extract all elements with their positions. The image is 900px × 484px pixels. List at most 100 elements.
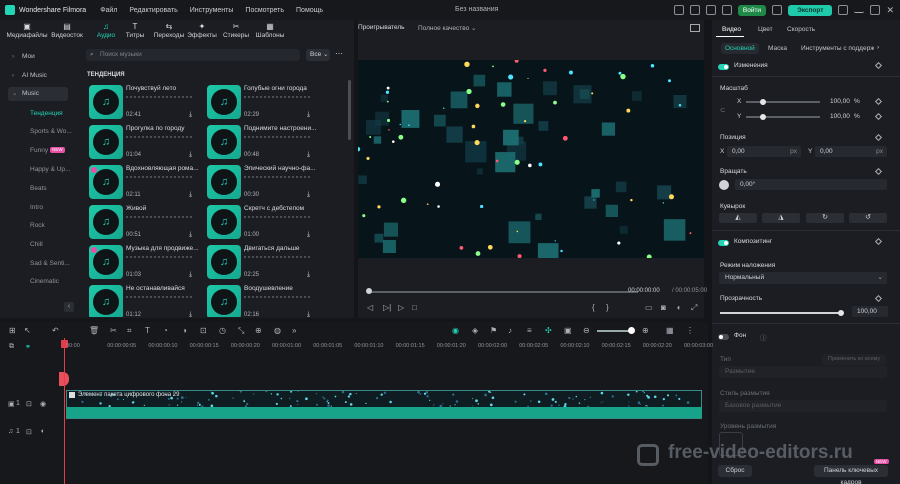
subcategory-rock[interactable]: Rock — [30, 222, 45, 229]
collapse-sidebar-icon[interactable]: ‹ — [64, 302, 74, 312]
camera-icon[interactable]: ◙ — [661, 303, 666, 312]
mark-out-icon[interactable]: } — [606, 303, 609, 312]
more-options-icon[interactable]: ⋯ — [335, 49, 343, 58]
voiceover-icon[interactable]: ≡ — [527, 326, 532, 335]
subcategory-chill[interactable]: Chill — [30, 241, 43, 248]
zoom-knob[interactable] — [628, 327, 635, 334]
export-button[interactable]: Экспорт — [788, 4, 833, 16]
subcategory-sports[interactable]: Sports & Wo... — [30, 128, 72, 135]
gift-icon[interactable] — [721, 5, 732, 15]
subcategory-sad[interactable]: Sad & Senti... — [30, 260, 70, 267]
split-icon[interactable]: ✂ — [110, 326, 117, 335]
track-card[interactable]: ♫ Не останавливайся 01:12 ⤓ — [89, 285, 201, 317]
timeline-playhead[interactable] — [64, 338, 65, 484]
category-mine[interactable]: › Мои — [8, 50, 68, 64]
subcategory-happy[interactable]: Happy & Up... — [30, 166, 70, 173]
track-card[interactable]: ♫ Живой 00:51 ⤓ — [89, 205, 201, 241]
menu-file[interactable]: Файл — [100, 7, 117, 14]
fullscreen-icon[interactable]: ⤢ — [691, 303, 697, 313]
flip-vertical-button[interactable]: ◮ — [762, 213, 800, 223]
scale-x-knob[interactable] — [760, 99, 766, 105]
speed-icon[interactable]: ◔ — [163, 326, 168, 335]
filter-dropdown[interactable]: Все ⌄ — [306, 49, 330, 61]
select-tool-icon[interactable]: ↖ — [24, 326, 31, 335]
maximize-icon[interactable] — [870, 5, 881, 15]
category-music[interactable]: ⌄ Music — [8, 87, 68, 101]
track-card[interactable]: ♫ Скретч с дебстепом 01:00 ⤓ — [207, 205, 319, 241]
render-icon[interactable]: ◉ — [452, 326, 459, 335]
menu-tools[interactable]: Инструменты — [190, 7, 234, 14]
tab-speed[interactable]: Скорость — [787, 26, 815, 33]
zoom-in-icon[interactable]: ⊕ — [642, 326, 649, 335]
cloud-icon[interactable] — [705, 5, 716, 15]
track-card[interactable]: ♫ Эпический научно-фа... 00:30 ⤓ — [207, 165, 319, 201]
snapshot-icon[interactable] — [690, 24, 700, 32]
login-button[interactable]: Войти — [737, 4, 767, 16]
eye-icon[interactable]: ◉ — [40, 400, 46, 408]
subcategory-funny[interactable]: Funny NEW — [30, 147, 65, 154]
more-tools-icon[interactable]: » — [292, 326, 296, 335]
bell-icon[interactable] — [772, 5, 783, 15]
timer-icon[interactable]: ◷ — [219, 326, 226, 335]
add-track-icon[interactable]: ⧉ — [9, 343, 14, 351]
compositing-toggle[interactable] — [718, 240, 729, 246]
rotate-left-button[interactable]: ↺ — [849, 213, 887, 223]
tab-stock-video[interactable]: ▤ Видеосток — [45, 20, 89, 44]
text-tool-icon[interactable]: T — [145, 326, 150, 335]
scale-x-slider[interactable] — [746, 99, 820, 105]
track-card[interactable]: ♫ Двигаться дальше 02:25 ⤓ — [207, 245, 319, 281]
shield-icon[interactable]: ◈ — [472, 326, 478, 335]
keyframe-panel-button[interactable]: Панель ключевых кадров — [814, 465, 888, 484]
download-icon[interactable]: ⤓ — [189, 231, 192, 239]
stop-icon[interactable]: □ — [412, 303, 417, 312]
apply-to-all-button[interactable]: Применить ко всему — [822, 354, 886, 365]
tab-media[interactable]: ▣ Медиафайлы — [5, 20, 49, 44]
marker-icon[interactable]: ⚑ — [490, 326, 497, 335]
layout-icon[interactable] — [838, 5, 849, 15]
download-icon[interactable]: ⤓ — [307, 111, 310, 119]
play-icon[interactable]: ▷ — [398, 303, 404, 312]
step-back-icon[interactable]: ▷| — [383, 303, 391, 312]
scale-y-slider[interactable] — [746, 114, 820, 120]
track-card[interactable]: ♫ Воодушевление 02:16 ⤓ — [207, 285, 319, 317]
scale-y-knob[interactable] — [760, 114, 766, 120]
link-icon[interactable]: ⊂ — [720, 106, 725, 114]
subtab-basic[interactable]: Основной — [721, 43, 759, 54]
track-card[interactable]: ♫ Вдохновляющая рома... 02:11 ⤓ — [89, 165, 201, 201]
fit-icon[interactable]: ⊡ — [200, 326, 207, 335]
position-x-input[interactable]: 0,00 px — [727, 146, 801, 157]
lock-icon[interactable]: ⊡ — [26, 400, 32, 408]
expand-icon[interactable]: ⤡ — [238, 326, 244, 336]
blur-type-dropdown[interactable]: Размытие — [719, 366, 887, 378]
delete-icon[interactable]: 🗑 — [89, 326, 99, 335]
undo-icon[interactable]: ↶ — [52, 326, 59, 335]
crop-icon[interactable]: ⌗ — [127, 326, 132, 336]
position-y-input[interactable]: 0,00 px — [815, 146, 887, 157]
opacity-slider[interactable] — [720, 310, 844, 316]
message-icon[interactable] — [689, 5, 700, 15]
tab-color[interactable]: Цвет — [758, 26, 773, 33]
flip-horizontal-button[interactable]: ◭ — [719, 213, 757, 223]
lock-icon[interactable]: ⊡ — [26, 428, 32, 436]
menu-edit[interactable]: Редактировать — [129, 7, 177, 14]
music-search-input[interactable]: ⌕ Поиск музыки — [86, 49, 300, 61]
download-icon[interactable]: ⤓ — [189, 271, 192, 279]
subcategory-beats[interactable]: Beats — [30, 185, 47, 192]
layout-grid-icon[interactable]: ⊞ — [9, 326, 16, 335]
background-toggle[interactable] — [718, 334, 729, 340]
subtab-mask[interactable]: Маска — [764, 43, 791, 54]
grid-view-icon[interactable]: ▦ — [666, 326, 674, 335]
prev-frame-icon[interactable]: ◁ — [367, 303, 373, 312]
subcategory-intro[interactable]: Intro — [30, 204, 43, 211]
blend-mode-dropdown[interactable]: Нормальный ⌄ — [719, 272, 887, 284]
rotate-input[interactable]: 0,00° — [735, 179, 887, 190]
color-icon[interactable]: ◑ — [182, 326, 187, 335]
tab-video[interactable]: Видео — [722, 26, 741, 33]
track-card[interactable]: ♫ Почувствуй лето 02:41 ⤓ — [89, 85, 201, 121]
download-icon[interactable]: ⤓ — [307, 151, 310, 159]
rotate-dial[interactable] — [719, 180, 729, 190]
scale-x-value[interactable]: 100,00 — [830, 98, 850, 105]
transform-toggle[interactable] — [718, 64, 729, 70]
chevron-right-icon[interactable]: › — [877, 44, 879, 51]
display-icon[interactable]: ▭ — [645, 303, 653, 312]
